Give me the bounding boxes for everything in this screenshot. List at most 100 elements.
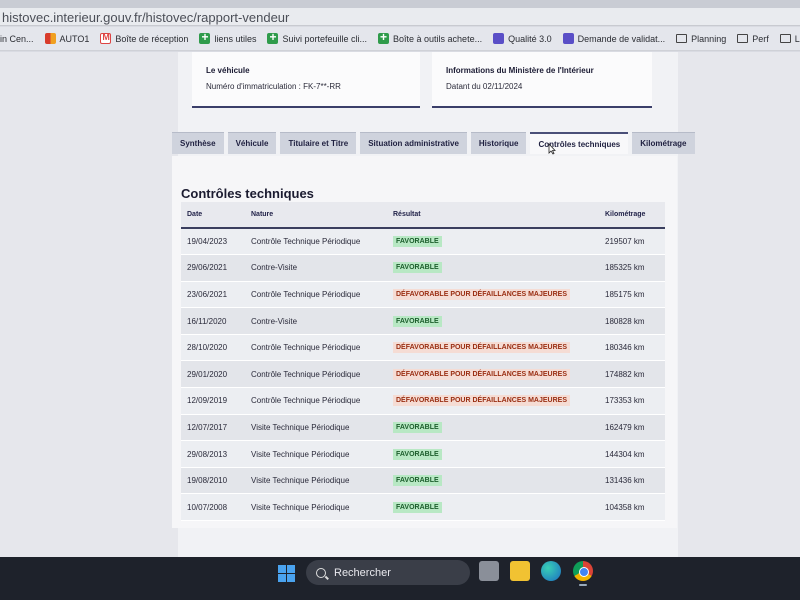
result-badge: FAVORABLE [393,315,442,327]
tab-synthese[interactable]: Synthèse [172,132,224,154]
cell-mileage: 219507 km [599,228,665,256]
cell-nature: Visite Technique Périodique [245,440,387,468]
table-row: 23/06/2021 Contrôle Technique Périodique D… [181,281,665,309]
bookmark-item[interactable]: AUTO1 [44,33,89,44]
cell-date: 28/10/2020 [181,334,245,362]
mouse-cursor-icon [548,143,556,155]
cell-mileage: 173353 km [599,387,665,415]
cell-result: FAVORABLE [387,307,599,335]
cell-nature: Visite Technique Périodique [245,414,387,442]
form-icon [493,33,505,44]
result-badge: DÉFAVORABLE POUR DÉFAILLANCES MAJEURES [393,342,570,354]
table-row: 19/08/2010 Visite Technique Périodique FAV… [181,467,665,495]
form-icon [562,33,574,44]
result-badge: FAVORABLE [393,475,442,487]
cell-result: FAVORABLE [387,228,599,256]
cell-nature: Contre-Visite [245,307,387,335]
technical-inspections-panel: Contrôles techniques Date Nature Résulta… [172,156,677,528]
url-text[interactable]: histovec.interieur.gouv.fr/histovec/rapp… [2,10,289,25]
tab-situation-administrative[interactable]: Situation administrative [360,132,467,154]
bookmark-item[interactable]: Planning [676,34,726,44]
cell-nature: Visite Technique Périodique [245,493,387,522]
tab-historique[interactable]: Historique [470,132,527,154]
bookmark-item[interactable]: Boîte à outils achete... [378,30,482,44]
bookmark-item[interactable]: Boîte de réception [100,32,188,44]
header-mileage: Kilométrage [599,202,665,229]
result-badge: DÉFAVORABLE POUR DÉFAILLANCES MAJEURES [393,288,570,300]
cell-mileage: 185325 km [599,254,665,282]
folder-icon [779,34,791,43]
cell-date: 12/09/2019 [181,387,245,415]
cell-mileage: 162479 km [599,414,665,442]
bookmark-item[interactable]: liens utiles [199,30,257,44]
bookmark-label: Planning [691,33,727,44]
cell-date: 29/01/2020 [181,360,245,389]
chrome-icon[interactable] [573,561,593,581]
table-row: 28/10/2020 Contrôle Technique Périodique D… [181,334,665,362]
table-row: 29/06/2021 Contre-Visite FAVORABLE 185325 k… [181,254,665,282]
cell-result: DÉFAVORABLE POUR DÉFAILLANCES MAJEURES [387,360,599,389]
bookmark-label: Suivi portefeuille cli... [282,33,368,44]
bookmark-item[interactable]: Suivi portefeuille cli... [267,30,368,44]
report-tabs: Synthèse Véhicule Titulaire et Titre Situat… [172,132,695,154]
bookmark-item[interactable]: in Cen... [0,34,34,44]
cell-mileage: 180828 km [599,307,665,335]
bookmark-label: Perf [752,33,769,44]
vehicle-card-title: Le véhicule [206,66,250,75]
cell-result: FAVORABLE [387,493,599,522]
result-badge: DÉFAVORABLE POUR DÉFAILLANCES MAJEURES [393,368,570,380]
bookmark-label: liens utiles [214,33,257,44]
bookmark-label: in Cen... [0,33,34,44]
header-result: Résultat [387,202,599,229]
cell-nature: Visite Technique Périodique [245,467,387,495]
cell-date: 19/04/2023 [181,228,245,256]
taskbar-search[interactable]: Rechercher [306,560,470,585]
table-row: 19/04/2023 Contrôle Technique Périodique F… [181,228,665,256]
task-view-icon[interactable] [479,561,499,581]
cell-result: FAVORABLE [387,414,599,442]
tab-kilometrage[interactable]: Kilométrage [632,132,695,154]
search-label: Rechercher [334,566,391,579]
edge-icon[interactable] [541,561,561,581]
browser-tab-strip [0,0,800,8]
table-header-row: Date Nature Résultat Kilométrage [181,202,665,229]
folder-icon [676,34,688,43]
cell-nature: Contrôle Technique Périodique [245,334,387,362]
header-nature: Nature [245,202,387,229]
tab-vehicule[interactable]: Véhicule [227,132,277,154]
bookmark-label: Livraison AH [794,33,800,44]
bookmark-item[interactable]: Perf [737,34,769,44]
report-date: Datant du 02/11/2024 [446,82,523,91]
ministry-card: Informations du Ministère de l'Intérieur… [432,52,652,108]
file-explorer-icon[interactable] [510,561,530,581]
cell-mileage: 185175 km [599,281,665,309]
cell-nature: Contrôle Technique Périodique [245,360,387,389]
bookmark-item[interactable]: Demande de validat... [562,33,666,44]
result-badge: FAVORABLE [393,421,442,433]
cell-date: 12/07/2017 [181,414,245,442]
result-badge: FAVORABLE [393,236,442,248]
plus-icon [378,30,390,44]
windows-start-icon[interactable] [278,565,295,582]
search-icon [316,567,326,578]
bookmark-label: Demande de validat... [577,33,666,44]
cell-result: FAVORABLE [387,467,599,495]
cell-nature: Contrôle Technique Périodique [245,281,387,309]
table-row: 12/07/2017 Visite Technique Périodique FAV… [181,414,665,442]
cell-mileage: 180346 km [599,334,665,362]
bookmark-item[interactable]: Qualité 3.0 [493,33,552,44]
cell-date: 29/06/2021 [181,254,245,282]
address-bar[interactable]: histovec.interieur.gouv.fr/histovec/rapp… [0,8,800,26]
bookmarks-bar: in Cen... AUTO1 Boîte de réception liens ut… [0,27,800,51]
cell-date: 10/07/2008 [181,493,245,522]
table-row: 16/11/2020 Contre-Visite FAVORABLE 180828 k… [181,307,665,335]
cell-result: DÉFAVORABLE POUR DÉFAILLANCES MAJEURES [387,387,599,415]
registration-number: Numéro d'immatriculation : FK-7**-RR [206,82,341,91]
tab-controles-techniques[interactable]: Contrôles techniques [530,132,629,154]
cell-date: 16/11/2020 [181,307,245,335]
cell-result: DÉFAVORABLE POUR DÉFAILLANCES MAJEURES [387,281,599,309]
tab-titulaire-et-titre[interactable]: Titulaire et Titre [280,132,357,154]
header-date: Date [181,202,245,229]
cell-result: DÉFAVORABLE POUR DÉFAILLANCES MAJEURES [387,334,599,362]
bookmark-item[interactable]: Livraison AH [779,33,800,44]
